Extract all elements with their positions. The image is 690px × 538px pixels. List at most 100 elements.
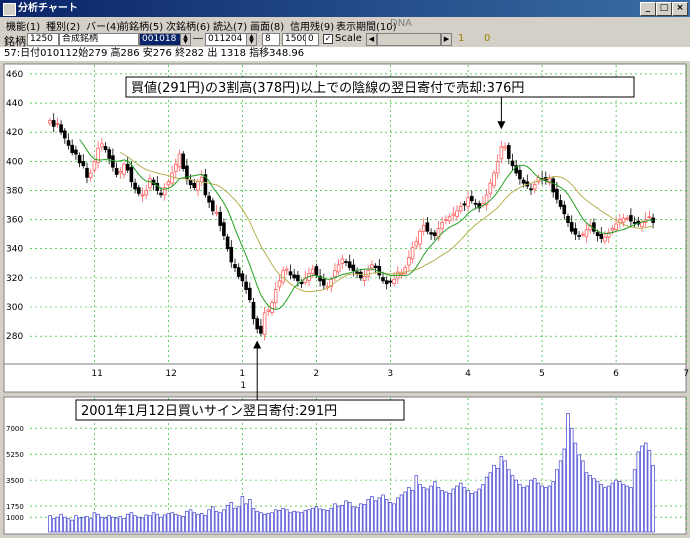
param2-input[interactable]: 1500 [282, 33, 306, 46]
candle-body [321, 279, 326, 286]
value-b: 0 [484, 33, 491, 44]
price-tick-label: 280 [6, 332, 23, 342]
code-input[interactable]: 1250 [27, 33, 59, 46]
volume-tick-label: 1000 [6, 514, 24, 522]
param1-input[interactable]: 8 [262, 33, 280, 46]
price-tick-label: 340 [6, 245, 23, 255]
candle-body [566, 215, 570, 223]
name-input[interactable]: 合成銘柄 [59, 33, 139, 46]
close-button[interactable]: × [672, 2, 688, 16]
volume-bar [347, 502, 352, 533]
candle-body [355, 271, 359, 274]
scale-checkbox[interactable]: ✓ [323, 34, 333, 44]
candle-body [214, 211, 219, 214]
volume-bar [166, 513, 171, 533]
volume-bar [562, 448, 567, 533]
candle-body [192, 182, 197, 188]
maximize-button[interactable]: □ [656, 2, 672, 16]
volume-bar [222, 509, 226, 533]
candle-body [473, 202, 478, 205]
month-tick-label: 4 [465, 369, 471, 379]
candle-body [573, 228, 578, 235]
candle-body [370, 264, 374, 269]
candle-body [466, 197, 470, 207]
candle-body [288, 271, 293, 276]
minimize-button[interactable]: _ [640, 2, 656, 16]
menu-item-3[interactable]: 前銘柄(5) [119, 18, 163, 33]
menu-item-6[interactable]: 画面(8) [250, 18, 284, 33]
volume-bar [632, 469, 637, 533]
candle-body [92, 160, 97, 171]
value-a: 1 [458, 33, 465, 44]
volume-bar [129, 512, 134, 533]
candle-body [125, 163, 130, 171]
volume-bar [366, 499, 370, 533]
menu-item-9[interactable]: DNA [390, 18, 412, 29]
volume-bar [111, 516, 115, 533]
candle-body [66, 140, 71, 146]
volume-bar [421, 487, 426, 533]
candle-body [373, 265, 378, 269]
menu-item-5[interactable]: 読込(7) [213, 18, 247, 33]
volume-bar [547, 485, 552, 533]
candle-body [458, 206, 463, 212]
volume-bar [333, 503, 337, 533]
volume-bar [532, 478, 537, 533]
volume-bar [388, 502, 393, 533]
from-date-input[interactable]: 001018 [139, 33, 181, 46]
candle-body [333, 270, 337, 278]
volume-bar [462, 487, 467, 533]
info-text: 57:日付010112始279 高286 安276 終282 出 1318 指移… [4, 48, 305, 59]
candle-body [377, 265, 382, 276]
candle-body [173, 163, 178, 173]
to-date-spinner[interactable]: ▲ ▼ [246, 33, 257, 46]
volume-bar [174, 513, 178, 533]
volume-bar [285, 509, 289, 533]
menu-item-0[interactable]: 機能(1) [6, 18, 40, 33]
candle-body [244, 281, 248, 290]
candle-body [277, 280, 282, 288]
volume-bar [292, 510, 296, 533]
volume-bar [399, 494, 404, 533]
info-bar: 57:日付010112始279 高286 安276 終282 出 1318 指移… [0, 47, 690, 62]
menu-item-4[interactable]: 次銘柄(6) [166, 18, 210, 33]
volume-bar [525, 485, 530, 533]
param3-input[interactable]: 0 [305, 33, 319, 46]
volume-bar [70, 519, 74, 533]
candle-body [447, 216, 452, 222]
volume-bar [266, 513, 271, 533]
volume-bar [203, 515, 208, 533]
menu-item-2[interactable]: バー(4) [86, 18, 120, 33]
candle-body [418, 230, 422, 245]
volume-bar [114, 517, 119, 533]
candle-body [55, 123, 60, 125]
volume-bar [651, 464, 655, 533]
volume-bar [207, 509, 211, 533]
candle-body [77, 154, 82, 164]
month-tick-label: 6 [613, 369, 619, 379]
volume-bar [270, 512, 274, 533]
candle-body [247, 287, 252, 301]
volume-bar [92, 512, 97, 533]
volume-bar [470, 493, 474, 533]
menu-item-8[interactable]: 表示期間(10) [336, 18, 397, 33]
candle-body [532, 184, 537, 190]
candle-body [229, 247, 234, 263]
volume-bar [340, 504, 345, 533]
scroll-left-button[interactable]: ◀ [366, 33, 377, 46]
volume-bar [118, 516, 123, 533]
month-tick-label: 7 [683, 369, 689, 379]
to-date-input[interactable]: 011204 [205, 33, 247, 46]
candle-body [292, 274, 296, 279]
scroll-right-button[interactable]: ▶ [441, 33, 452, 46]
volume-bar [63, 516, 67, 533]
from-date-spinner[interactable]: ▲ ▼ [180, 33, 191, 46]
volume-bar [381, 494, 385, 533]
volume-bar [540, 485, 544, 533]
menu-item-1[interactable]: 種別(2) [46, 18, 80, 33]
candle-body [451, 213, 456, 216]
candle-body [144, 190, 149, 196]
menu-item-7[interactable]: 信用残(9) [290, 18, 334, 33]
scale-scrollbar[interactable] [377, 33, 441, 46]
volume-bar [233, 507, 237, 533]
